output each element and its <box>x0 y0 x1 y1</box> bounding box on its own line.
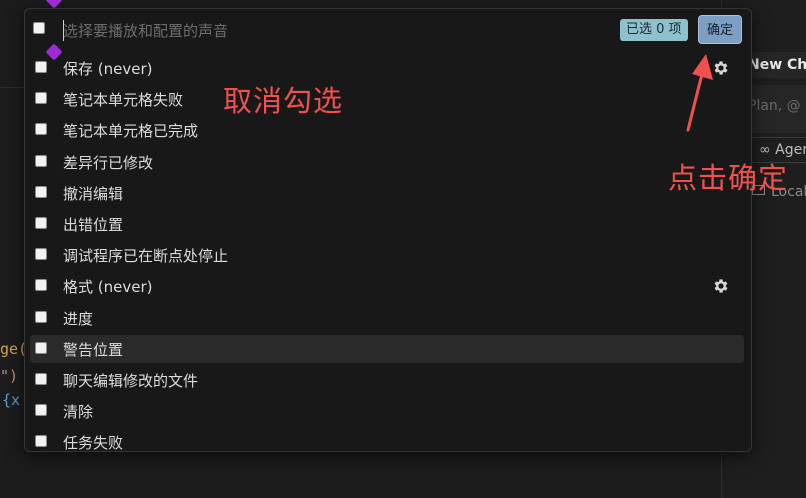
sound-checkbox[interactable] <box>35 279 47 292</box>
sound-checkbox[interactable] <box>35 185 47 198</box>
sound-label: 任务失败 <box>63 434 124 452</box>
sound-checkbox[interactable] <box>35 217 47 229</box>
sound-checkbox[interactable] <box>35 61 47 73</box>
sound-checkbox[interactable] <box>35 310 47 323</box>
confirm-button[interactable]: 确定 <box>698 15 742 44</box>
annotation-uncheck: 取消勾选 <box>223 84 344 118</box>
sound-checkbox[interactable] <box>35 248 47 261</box>
code-fragment: ") <box>0 367 19 385</box>
sound-label: 差异行已修改 <box>63 153 154 172</box>
sound-checkbox[interactable] <box>35 92 47 105</box>
code-line: {x <box>2 391 20 409</box>
sound-checkbox[interactable] <box>35 404 47 417</box>
sound-list-item[interactable]: 笔记本单元格失败 <box>30 85 744 113</box>
sound-checkbox[interactable] <box>35 341 47 354</box>
sound-label: 进度 <box>63 309 94 328</box>
sound-list-item[interactable]: 撤消编辑 <box>30 179 744 207</box>
sound-list-item[interactable]: 保存 (never) <box>30 54 744 82</box>
gear-icon[interactable] <box>712 277 730 295</box>
sound-list-item[interactable]: 聊天编辑修改的文件 <box>30 366 744 394</box>
sound-list-item[interactable]: 进度 <box>30 304 744 332</box>
chat-input-placeholder: Plan, @ <box>748 98 801 114</box>
sound-label: 清除 <box>63 403 94 422</box>
sound-list-item[interactable]: 差异行已修改 <box>30 148 744 176</box>
sound-checkbox[interactable] <box>35 123 47 136</box>
selected-count-badge: 已选 0 项 <box>620 19 688 41</box>
code-fragment: {x <box>2 391 21 409</box>
text-cursor <box>63 20 64 41</box>
sound-checkbox[interactable] <box>35 373 47 385</box>
sound-label: 格式 (never) <box>63 278 153 297</box>
sound-list-item[interactable]: 警告位置 <box>30 334 744 363</box>
sound-checkbox[interactable] <box>35 154 47 167</box>
sound-label: 出错位置 <box>63 216 124 234</box>
sound-label: 笔记本单元格失败 <box>63 91 184 110</box>
sound-list-item[interactable]: 笔记本单元格已完成 <box>30 116 744 144</box>
sound-label: 笔记本单元格已完成 <box>63 122 199 141</box>
sound-label: 保存 (never) <box>63 60 153 78</box>
filter-input[interactable] <box>63 19 611 43</box>
sound-checkbox[interactable] <box>35 435 47 448</box>
sound-label: 调试程序已在断点处停止 <box>63 247 229 266</box>
sound-list-item[interactable]: 清除 <box>30 397 744 425</box>
sound-quick-pick: 已选 0 项 确定 保存 (never) 笔记本单元格失败笔记本单元格已完成差异行… <box>24 8 752 452</box>
sound-label: 撤消编辑 <box>63 184 124 203</box>
sound-list-item[interactable]: 格式 (never) <box>30 272 744 300</box>
code-line: ") <box>0 367 18 385</box>
annotation-click-confirm: 点击确定 <box>668 161 789 195</box>
quick-pick-header: 已选 0 项 确定 <box>25 9 751 53</box>
sound-list-item[interactable]: 出错位置 <box>30 210 744 238</box>
sound-list-item[interactable]: 调试程序已在断点处停止 <box>30 241 744 269</box>
sound-label: 聊天编辑修改的文件 <box>63 372 199 390</box>
annotation-arrow-icon <box>686 54 713 132</box>
select-all-checkbox[interactable] <box>33 22 45 34</box>
sound-list-item[interactable]: 任务失败 <box>30 428 744 452</box>
sound-label: 警告位置 <box>63 340 124 359</box>
